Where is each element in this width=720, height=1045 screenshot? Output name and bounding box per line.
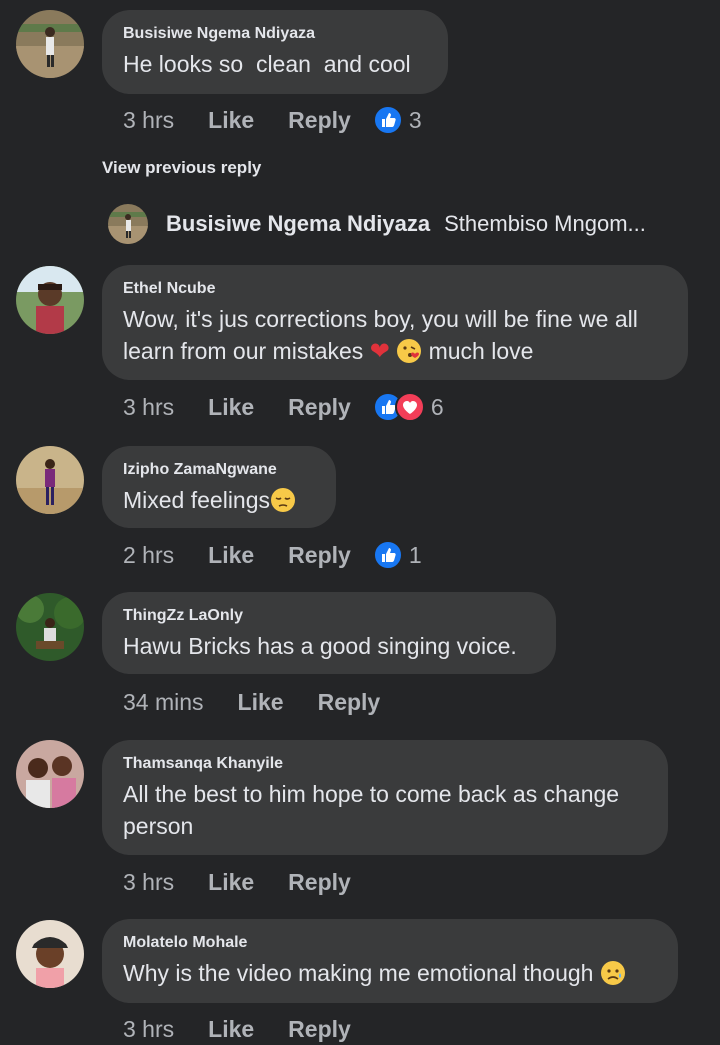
comment-author[interactable]: ThingZz LaOnly <box>123 606 534 626</box>
kissing-face-emoji-icon <box>397 339 422 363</box>
reply-button[interactable]: Reply <box>288 1016 351 1043</box>
reply-button[interactable]: Reply <box>288 542 351 569</box>
like-button[interactable]: Like <box>238 689 284 716</box>
pensive-face-emoji-icon <box>271 488 296 512</box>
comment-time[interactable]: 3 hrs <box>123 107 174 134</box>
comment-bubble: Thamsanqa Khanyile All the best to him h… <box>102 740 668 855</box>
reactions-summary[interactable]: 1 <box>372 540 422 570</box>
comment-author[interactable]: Ethel Ncube <box>123 279 666 299</box>
reactions-summary[interactable]: 3 <box>372 105 422 135</box>
comment-meta: 3 hrs Like Reply 3 <box>123 104 422 136</box>
reply-text: Sthembiso Mngom... <box>444 211 646 236</box>
reaction-count: 1 <box>408 541 422 568</box>
reaction-count: 3 <box>408 106 422 133</box>
like-reaction-icon <box>372 105 403 135</box>
avatar[interactable] <box>108 204 148 244</box>
comment-text: Hawu Bricks has a good singing voice. <box>123 633 517 659</box>
reply-author[interactable]: Busisiwe Ngema Ndiyaza <box>166 211 430 237</box>
like-reaction-icon <box>372 540 403 570</box>
comment-time[interactable]: 34 mins <box>123 689 204 716</box>
comment-text: Mixed feelings <box>123 484 314 516</box>
like-button[interactable]: Like <box>208 394 254 421</box>
comment-meta: 34 mins Like Reply <box>123 686 402 718</box>
reply-button[interactable]: Reply <box>318 689 381 716</box>
avatar[interactable] <box>16 446 84 514</box>
comment-meta: 3 hrs Like Reply <box>123 866 373 898</box>
view-previous-reply-link[interactable]: View previous reply <box>102 158 261 178</box>
comment-bubble: ThingZz LaOnly Hawu Bricks has a good si… <box>102 592 556 674</box>
avatar[interactable] <box>16 593 84 661</box>
comment-meta: 3 hrs Like Reply <box>123 1013 373 1045</box>
reply-button[interactable]: Reply <box>288 394 351 421</box>
comment-meta: 2 hrs Like Reply 1 <box>123 539 422 571</box>
comment-bubble: Izipho ZamaNgwane Mixed feelings <box>102 446 336 528</box>
comment-text-tail: much love <box>428 338 534 364</box>
comment-bubble: Busisiwe Ngema Ndiyaza He looks so clean… <box>102 10 448 94</box>
comment-text: Why is the video making me emotional tho… <box>123 957 656 989</box>
comment-author[interactable]: Busisiwe Ngema Ndiyaza <box>123 24 426 44</box>
comment-bubble: Ethel Ncube Wow, it's jus corrections bo… <box>102 265 688 380</box>
comment-time[interactable]: 3 hrs <box>123 869 174 896</box>
comment-text-main: Mixed feelings <box>123 487 271 513</box>
comment-time[interactable]: 3 hrs <box>123 394 174 421</box>
comment-text: He looks so clean and cool <box>123 51 411 77</box>
comment-time[interactable]: 3 hrs <box>123 1016 174 1043</box>
comment-author[interactable]: Molatelo Mohale <box>123 933 656 953</box>
avatar[interactable] <box>16 266 84 334</box>
reaction-count: 6 <box>430 393 444 420</box>
like-button[interactable]: Like <box>208 542 254 569</box>
like-button[interactable]: Like <box>208 107 254 134</box>
comment-time[interactable]: 2 hrs <box>123 542 174 569</box>
comment-meta: 3 hrs Like Reply 6 <box>123 391 444 423</box>
sad-tear-face-emoji-icon <box>600 961 625 985</box>
like-button[interactable]: Like <box>208 869 254 896</box>
avatar[interactable] <box>16 740 84 808</box>
avatar[interactable] <box>16 920 84 988</box>
comment-text: All the best to him hope to come back as… <box>123 781 620 839</box>
heart-emoji-icon: ❤ <box>369 338 390 365</box>
avatar[interactable] <box>16 10 84 78</box>
comment-author[interactable]: Izipho ZamaNgwane <box>123 460 314 480</box>
reply-preview[interactable]: Busisiwe Ngema Ndiyaza Sthembiso Mngom..… <box>108 204 646 244</box>
comment-text-main: Why is the video making me emotional tho… <box>123 960 594 986</box>
comment-bubble: Molatelo Mohale Why is the video making … <box>102 919 678 1003</box>
reply-button[interactable]: Reply <box>288 869 351 896</box>
reply-button[interactable]: Reply <box>288 107 351 134</box>
comment-text: Wow, it's jus corrections boy, you will … <box>123 303 666 368</box>
love-reaction-icon <box>394 392 425 422</box>
reactions-summary[interactable]: 6 <box>372 392 444 422</box>
comment-author[interactable]: Thamsanqa Khanyile <box>123 754 646 774</box>
like-button[interactable]: Like <box>208 1016 254 1043</box>
